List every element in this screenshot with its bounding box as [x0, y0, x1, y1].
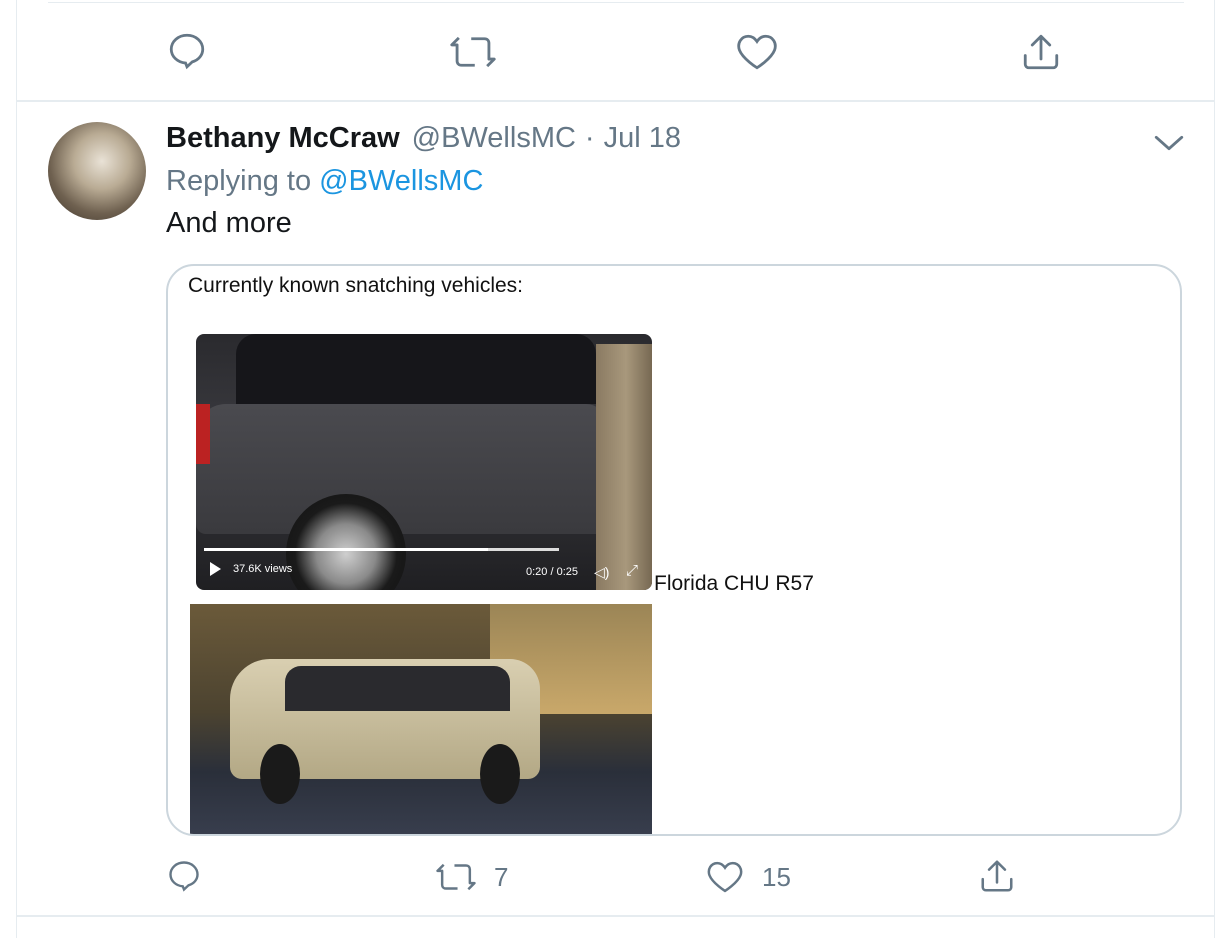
video-controls: 37.6K views	[210, 562, 292, 576]
heart-icon	[707, 861, 743, 893]
suv-window	[285, 666, 510, 711]
van-body	[196, 404, 606, 534]
header-separator: ·	[584, 122, 595, 154]
tweet-header: Bethany McCraw @BWellsMC · Jul 18	[166, 122, 681, 155]
retweet-count: 7	[494, 861, 509, 892]
media-label: Florida CHU R57	[654, 572, 814, 595]
soldier-figure	[596, 344, 652, 590]
previous-tweet-divider	[48, 2, 1184, 3]
like-button[interactable]: 15	[706, 860, 791, 894]
replying-to-link[interactable]: @BWellsMC	[319, 165, 483, 197]
photo-thumbnail[interactable]	[190, 604, 652, 834]
video-time: 0:20 / 0:25	[526, 566, 578, 578]
author-handle[interactable]: @BWellsMC	[412, 122, 576, 155]
chevron-down-icon[interactable]	[1152, 130, 1186, 156]
van-window	[236, 334, 596, 404]
avatar[interactable]	[48, 122, 146, 220]
video-progress-bar[interactable]	[204, 548, 559, 551]
tweet-divider	[17, 100, 1214, 102]
suv-wheel-rear	[260, 744, 300, 804]
retweet-icon	[450, 36, 496, 68]
video-views: 37.6K views	[233, 563, 293, 575]
video-thumbnail[interactable]: 37.6K views 0:20 / 0:25 ◁) ⤢	[196, 334, 652, 590]
retweet-icon	[436, 863, 476, 891]
heart-icon	[737, 34, 777, 70]
like-count: 15	[762, 861, 791, 892]
retweet-button[interactable]: 7	[436, 860, 508, 894]
reply-icon	[169, 33, 205, 70]
timeline-left-border	[16, 0, 17, 938]
author-name[interactable]: Bethany McCraw	[166, 122, 400, 155]
prev-reply-button[interactable]	[166, 30, 208, 72]
expand-icon[interactable]: ⤢	[626, 562, 638, 579]
reply-button[interactable]	[166, 858, 202, 894]
tweet-text: And more	[166, 207, 292, 239]
video-progress-fill	[204, 548, 488, 551]
prev-share-button[interactable]	[1020, 30, 1062, 74]
share-icon	[981, 860, 1013, 892]
share-button[interactable]	[978, 856, 1016, 896]
media-card[interactable]: Currently known snatching vehicles: 37.6…	[166, 264, 1182, 836]
prev-like-button[interactable]	[736, 32, 778, 72]
tweet-date[interactable]: Jul 18	[604, 122, 681, 155]
play-icon[interactable]	[210, 562, 221, 576]
tweet-divider-bottom	[17, 915, 1214, 917]
media-caption: Currently known snatching vehicles:	[188, 274, 523, 297]
volume-icon[interactable]: ◁)	[594, 564, 609, 581]
share-icon	[1023, 34, 1059, 70]
reply-icon	[169, 861, 199, 892]
timeline-right-border	[1214, 0, 1215, 938]
prev-retweet-button[interactable]	[450, 32, 496, 72]
replying-prefix: Replying to	[166, 165, 312, 197]
van-taillight	[196, 404, 210, 464]
suv-wheel-front	[480, 744, 520, 804]
replying-to: Replying to @BWellsMC	[166, 165, 483, 198]
